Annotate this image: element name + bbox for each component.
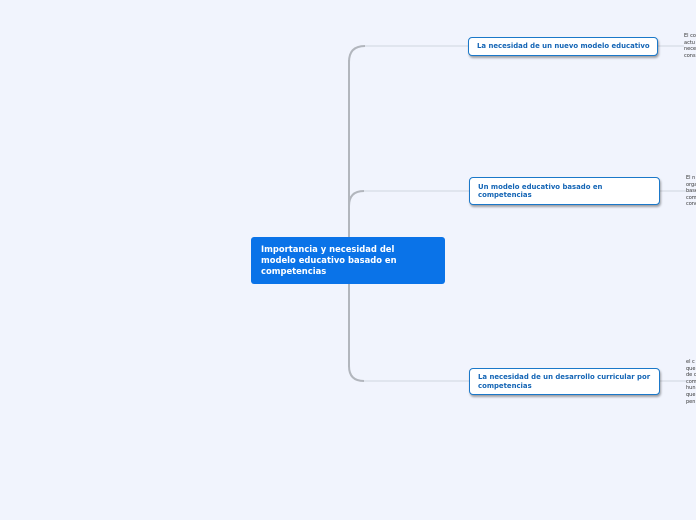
topic-label: La necesidad de un nuevo modelo educativ… [477,42,650,51]
note-text-2[interactable]: El n orga base com conc [686,175,696,208]
topic-desarrollo-curricular[interactable]: La necesidad de un desarrollo curricular… [469,368,660,395]
topic-modelo-basado-en-competencias[interactable]: Un modelo educativo basado en competenci… [469,177,660,205]
note-text-1[interactable]: El co actu nece cons [684,33,696,59]
topic-nuevo-modelo-educativo[interactable]: La necesidad de un nuevo modelo educativ… [468,37,658,56]
connector-branch-2 [348,190,469,207]
connector-branch-1-curve [348,45,366,63]
topic-label: Un modelo educativo basado en competenci… [478,182,603,200]
central-topic-label: Importancia y necesidad del modelo educa… [261,244,397,276]
connector-branch-3-curve [348,365,365,382]
note-text-3[interactable]: el c que de c com hun que pen [686,359,696,405]
connector-branch-3 [348,365,469,382]
connector-branch-1 [348,45,468,63]
connector-branch-2-curve [348,190,365,207]
central-topic[interactable]: Importancia y necesidad del modelo educa… [251,237,445,284]
topic-label: La necesidad de un desarrollo curricular… [478,373,651,390]
mind-map-canvas: Importancia y necesidad del modelo educa… [0,0,696,520]
